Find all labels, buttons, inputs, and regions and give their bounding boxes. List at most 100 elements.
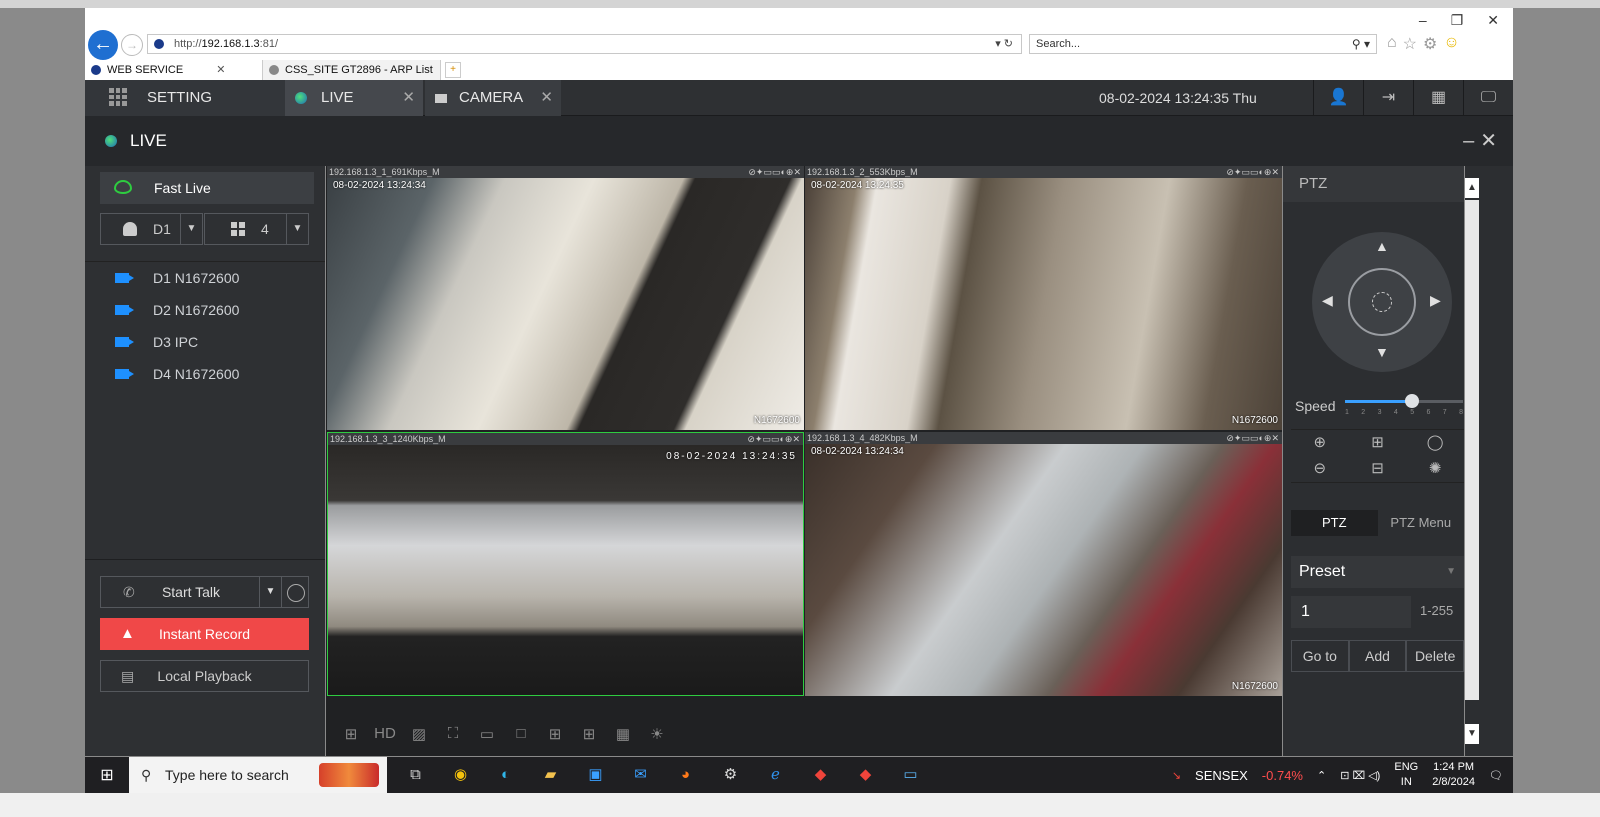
- camera-view-2[interactable]: 192.168.1.3_2_553Kbps_M ⊘✦▭▭◐⊕✕ 08-02-202…: [805, 166, 1282, 430]
- goto-button[interactable]: Go to: [1291, 640, 1349, 672]
- layout-1-icon[interactable]: □: [510, 725, 532, 742]
- image-settings-icon[interactable]: ▨: [408, 725, 430, 743]
- anydesk-icon[interactable]: ◆: [843, 757, 888, 793]
- zoom-in-icon[interactable]: ⊕: [1291, 430, 1349, 456]
- hd-button[interactable]: HD: [374, 725, 396, 742]
- video-camera-icon: [115, 369, 134, 379]
- device-item[interactable]: D4 N1672600: [85, 358, 325, 390]
- file-explorer-icon[interactable]: ▰: [528, 757, 573, 793]
- tab-setting[interactable]: SETTING: [85, 80, 285, 116]
- delete-button[interactable]: Delete: [1406, 640, 1465, 672]
- layout-8-icon[interactable]: ▦: [612, 725, 634, 743]
- chevron-down-icon[interactable]: ▼: [180, 214, 202, 244]
- speed-slider[interactable]: [1345, 394, 1463, 408]
- add-button[interactable]: Add: [1348, 640, 1407, 672]
- language-indicator[interactable]: ENG IN: [1394, 760, 1418, 790]
- aspect-ratio-icon[interactable]: ⊞: [340, 725, 362, 743]
- close-camera-tab-icon[interactable]: ✕: [540, 80, 553, 116]
- preset-number-input[interactable]: 1: [1291, 596, 1411, 628]
- chevron-down-icon[interactable]: ▼: [259, 577, 281, 607]
- instant-record-button[interactable]: ▲ Instant Record: [100, 618, 309, 650]
- view-controls-icon[interactable]: ⊘✦▭▭◐⊕✕: [748, 166, 801, 178]
- ptz-center-zoom-icon[interactable]: [1348, 268, 1416, 336]
- focus-near-icon[interactable]: ⊞: [1349, 430, 1407, 456]
- view-controls-icon[interactable]: ⊘✦▭▭◐⊕✕: [747, 433, 800, 445]
- iris-close-icon[interactable]: ✺: [1406, 456, 1464, 482]
- osd-camera-name: N1672600: [1231, 681, 1278, 692]
- ptz-joystick[interactable]: ▲ ▼ ◀ ▶: [1312, 232, 1452, 372]
- tray-overflow-icon[interactable]: ⌃: [1317, 769, 1326, 782]
- camera-view-1[interactable]: 192.168.1.3_1_691Kbps_M ⊘✦▭▭◐⊕✕ 08-02-202…: [327, 166, 804, 430]
- arrow-left-icon[interactable]: ◀: [1322, 292, 1333, 309]
- fast-live-button[interactable]: Fast Live: [100, 172, 314, 204]
- preset-actions: Go to Add Delete: [1291, 640, 1465, 672]
- tab-camera[interactable]: CAMERA ✕: [425, 80, 561, 116]
- camera-feed: [328, 445, 803, 695]
- chrome-icon[interactable]: ◉: [438, 757, 483, 793]
- display-icon[interactable]: 🖵: [1463, 80, 1513, 116]
- brightness-icon[interactable]: ☀: [646, 725, 668, 743]
- network-volume-icons[interactable]: ⊡ ⌧ ◁): [1340, 769, 1380, 782]
- local-playback-button[interactable]: ▤ Local Playback: [100, 660, 309, 692]
- speed-slider-handle[interactable]: [1405, 394, 1420, 408]
- logout-icon[interactable]: ⇥: [1363, 80, 1413, 116]
- focus-far-icon[interactable]: ⊟: [1349, 456, 1407, 482]
- arrow-right-icon[interactable]: ▶: [1430, 292, 1441, 309]
- scrollbar[interactable]: ▲ ▼: [1465, 166, 1513, 756]
- taskbar-clock[interactable]: 1:24 PM 2/8/2024: [1432, 760, 1475, 790]
- arrow-down-icon[interactable]: ▼: [1375, 344, 1389, 360]
- windows-start-icon[interactable]: ⊞: [85, 765, 129, 785]
- mail-icon[interactable]: ✉: [618, 757, 663, 793]
- anydesk-icon[interactable]: ◆: [798, 757, 843, 793]
- camera-header: 192.168.1.3_3_1240Kbps_M ⊘✦▭▭◐⊕✕: [328, 433, 803, 445]
- device-item[interactable]: D2 N1672600: [85, 294, 325, 326]
- camera-view-3-selected[interactable]: 192.168.1.3_3_1240Kbps_M ⊘✦▭▭◐⊕✕ 08-02-20…: [327, 432, 804, 696]
- settings-icon[interactable]: ⚙: [708, 757, 753, 793]
- store-icon[interactable]: ▣: [573, 757, 618, 793]
- layout-6-icon[interactable]: ⊞: [578, 725, 600, 743]
- iris-open-icon[interactable]: ◯: [1406, 430, 1464, 456]
- close-live-tab-icon[interactable]: ✕: [402, 80, 415, 116]
- notifications-icon[interactable]: 🗨: [1489, 769, 1503, 782]
- preset-select[interactable]: Preset ▼: [1291, 556, 1464, 588]
- arrow-up-icon[interactable]: ▲: [1375, 238, 1389, 254]
- internet-explorer-icon[interactable]: ℯ: [753, 757, 798, 793]
- layout-4-icon[interactable]: ⊞: [544, 725, 566, 743]
- chevron-down-icon[interactable]: ▼: [1446, 556, 1456, 588]
- taskbar-apps: ⧉ ◉ ◐ ▰ ▣ ✉ ◕ ⚙ ℯ ◆ ◆ ▭: [393, 757, 933, 793]
- device-item[interactable]: D3 IPC: [85, 326, 325, 358]
- qr-code-icon[interactable]: ▦: [1413, 80, 1463, 116]
- tab-ptz[interactable]: PTZ: [1291, 510, 1378, 536]
- chevron-down-icon[interactable]: ▼: [286, 214, 308, 244]
- speed-tick-label: 2: [1361, 409, 1366, 416]
- camera-icon: [435, 94, 447, 103]
- start-talk-button[interactable]: ✆ Start Talk ▼: [100, 576, 282, 608]
- user-icon[interactable]: 👤: [1313, 80, 1363, 116]
- camera-view-4[interactable]: 192.168.1.3_4_482Kbps_M ⊘✦▭▭◐⊕✕ 08-02-202…: [805, 432, 1282, 696]
- tab-live[interactable]: LIVE ✕: [285, 80, 423, 116]
- talk-toggle[interactable]: [281, 576, 309, 608]
- speed-tick-label: 7: [1442, 409, 1447, 416]
- edge-icon[interactable]: ◐: [483, 757, 528, 793]
- taskbar-search-input[interactable]: ⚲ Type here to search: [129, 757, 387, 793]
- task-view-icon[interactable]: ⧉: [393, 757, 438, 793]
- scrollbar-track[interactable]: [1465, 200, 1479, 700]
- system-tray: ↘ SENSEX -0.74% ⌃ ⊡ ⌧ ◁) ENG IN 1:24 PM 2/…: [1172, 757, 1513, 793]
- fullscreen-icon[interactable]: ⛶: [442, 725, 464, 742]
- remote-desktop-icon[interactable]: ▭: [888, 757, 933, 793]
- view-controls-icon[interactable]: ⊘✦▭▭◐⊕✕: [1226, 432, 1279, 444]
- video-camera-icon: [115, 305, 134, 315]
- ticker-name[interactable]: SENSEX: [1195, 768, 1248, 783]
- scroll-up-icon[interactable]: ▲: [1465, 178, 1479, 198]
- device-select[interactable]: D1 ▼: [100, 213, 203, 245]
- device-label: D4 N1672600: [153, 366, 240, 382]
- firefox-icon[interactable]: ◕: [663, 757, 708, 793]
- sequence-icon[interactable]: ▭: [476, 725, 498, 743]
- scroll-down-icon[interactable]: ▼: [1465, 724, 1479, 744]
- zoom-out-icon[interactable]: ⊖: [1291, 456, 1349, 482]
- layout-select[interactable]: 4 ▼: [204, 213, 309, 245]
- window-minimize-close[interactable]: –✕: [1463, 128, 1503, 153]
- device-item[interactable]: D1 N1672600: [85, 262, 325, 294]
- tab-ptz-menu[interactable]: PTZ Menu: [1378, 510, 1465, 536]
- view-controls-icon[interactable]: ⊘✦▭▭◐⊕✕: [1226, 166, 1279, 178]
